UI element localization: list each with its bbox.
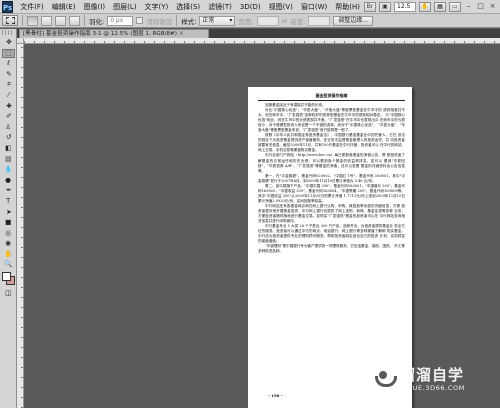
zoom-tool-icon[interactable]: 🔍 <box>2 260 15 269</box>
feather-label: 羽化: <box>89 17 105 26</box>
photoshop-logo: Ps <box>2 0 14 13</box>
antialias-label: 消除锯齿 <box>146 17 173 26</box>
photoshop-window: Ps 文件(F) 编辑(E) 图像(I) 图层(L) 文字(Y) 选择(S) 滤… <box>0 0 500 408</box>
menu-select[interactable]: 选择(S) <box>172 2 204 12</box>
bridge-button[interactable]: Br <box>364 1 376 12</box>
menu-bar-right: Br ▣ 12.5 ✋ ▦ ▭ – □ × <box>364 1 500 12</box>
close-window-button[interactable]: × <box>488 2 497 11</box>
page-paragraph: 中行基金专业 5 大类 26 个子类近 300 只产品，品种齐全，为投资者提供基… <box>258 224 405 244</box>
menu-filter[interactable]: 滤镜(T) <box>204 2 236 12</box>
separator <box>22 15 23 26</box>
menu-bar: Ps 文件(F) 编辑(E) 图像(I) 图层(L) 文字(Y) 选择(S) 滤… <box>0 0 500 14</box>
arrange-documents-icon[interactable]: ▦ <box>434 1 446 12</box>
page-paragraph: 按照《中华人民共和国证券投资基金法》，中国银行基金基金业中的托管人，它在 该法的… <box>258 133 405 153</box>
healing-brush-tool-icon[interactable]: ✚ <box>2 102 15 111</box>
canvas-area[interactable]: 基金投资操作指南 回报基金接近于有潜能并不能的长线。 对比"中国核心优选"、"华… <box>25 45 500 408</box>
menu-edit[interactable]: 编辑(E) <box>48 2 80 12</box>
watermark-text: 溜溜自学 ZIXUE.3D66.COM <box>400 367 465 393</box>
refine-edge-button[interactable]: 调整边缘... <box>333 15 373 26</box>
width-input[interactable] <box>256 15 279 26</box>
page-paragraph: "中银理财"是中国银行专为客户提供的一项理财服务，它包括基金、保险、国债、 外汇… <box>258 244 405 254</box>
page-header: 基金投资操作指南 <box>315 93 348 98</box>
pen-tool-icon[interactable]: ✒ <box>2 186 15 195</box>
hand-mode-icon[interactable]: ✋ <box>419 1 431 12</box>
style-label: 样式: <box>181 17 197 26</box>
watermark-title: 溜溜自学 <box>400 366 465 384</box>
blur-tool-icon[interactable]: 💧 <box>2 165 15 174</box>
close-tab-icon[interactable]: × <box>179 30 184 38</box>
feather-input[interactable]: 0 px <box>107 15 134 26</box>
toolbox-grip[interactable] <box>2 30 14 35</box>
menu-layer[interactable]: 图层(L) <box>109 2 140 12</box>
antialias-checkbox[interactable] <box>136 17 144 24</box>
dodge-tool-icon[interactable]: ● <box>2 176 15 185</box>
page-paragraph: 第二，如中银旗下产品："中银中国 200"，基金代码163801，"中银增长 2… <box>258 183 405 203</box>
menu-view[interactable]: 视图(V) <box>265 2 297 12</box>
horizontal-ruler[interactable] <box>24 38 500 44</box>
width-label: 宽度: <box>238 17 254 26</box>
swap-icon[interactable]: ⇄ <box>282 17 287 25</box>
vertical-ruler[interactable] <box>17 44 24 408</box>
height-input[interactable] <box>308 15 331 26</box>
menu-type[interactable]: 文字(Y) <box>141 2 173 12</box>
crop-tool-icon[interactable]: ⌗ <box>2 80 15 89</box>
color-swatches <box>1 271 16 287</box>
page-paragraph: 中行网站还有各基金网点和在网上银行认购、申购、赎回费率优惠的详细信息，方便 投资… <box>258 203 405 224</box>
maximize-button[interactable]: □ <box>476 2 485 11</box>
eraser-tool-icon[interactable]: ◧ <box>2 144 15 153</box>
marquee-tool-icon[interactable]: ⬚ <box>2 48 15 58</box>
new-selection-button[interactable] <box>27 15 38 26</box>
screen-mode-icon[interactable]: ▭ <box>449 1 461 12</box>
document-tab-bar: [黑骨柱] 基金投资操作指南 3-1 @ 12.5% (图层 1, RGB/8#… <box>17 29 500 38</box>
path-selection-tool-icon[interactable]: ➤ <box>2 208 15 217</box>
separator <box>84 15 85 26</box>
page-paragraph: 中行全部门户网站（http://www.boc.cn）每日更新各基金的净值公告，… <box>258 153 405 173</box>
rectangular-marquee-icon <box>5 17 15 24</box>
history-brush-tool-icon[interactable]: ↺ <box>2 133 15 142</box>
move-tool-icon[interactable]: ✥ <box>2 38 15 47</box>
height-label: 高度: <box>290 17 306 26</box>
quick-select-tool-icon[interactable]: ✎ <box>2 70 15 79</box>
toolbox: ✥ ⬚ ℓ ✎ ⌗ ⁄ ✚ ✐ ♙ ↺ ◧ ▤ 💧 ● ✒ T ➤ ■ ◎ ◉ … <box>0 29 17 408</box>
watermark-logo-icon <box>370 367 397 393</box>
page-number: - 198 - <box>268 393 283 398</box>
shape-tool-icon[interactable]: ■ <box>2 218 15 227</box>
minibridge-button[interactable]: ▣ <box>379 1 391 12</box>
header-divider <box>258 100 405 101</box>
style-select[interactable]: 正常 <box>199 15 236 26</box>
options-bar: 羽化: 0 px 消除锯齿 样式: 正常 宽度: ⇄ 高度: 调整边缘... <box>0 14 500 28</box>
quick-mask-icon[interactable]: ◫ <box>2 289 15 298</box>
add-to-selection-button[interactable] <box>41 15 52 26</box>
minimize-button[interactable]: – <box>464 2 473 11</box>
separator <box>176 15 178 26</box>
3d-rotate-tool-icon[interactable]: ◎ <box>2 229 15 238</box>
clone-stamp-tool-icon[interactable]: ♙ <box>2 123 15 132</box>
eyedropper-tool-icon[interactable]: ⁄ <box>2 91 15 100</box>
page-body: 回报基金接近于有潜能并不能的长线。 对比"中国核心优选"、"华夏大盘"、"华宝大… <box>258 103 405 254</box>
menu-file[interactable]: 文件(F) <box>16 2 48 12</box>
gradient-tool-icon[interactable]: ▤ <box>2 155 15 164</box>
foreground-color-swatch[interactable] <box>2 272 11 282</box>
menu-image[interactable]: 图像(I) <box>80 2 110 12</box>
intersect-selection-button[interactable] <box>69 15 80 26</box>
page-paragraph: 对比"中国核心优选"、"华夏大盘"、"华宝大盘"等股票型基金在牛市中的 绩效相差… <box>258 108 405 133</box>
zoom-field[interactable]: 12.5 <box>394 1 416 12</box>
hand-tool-icon[interactable]: ✋ <box>2 250 15 259</box>
tool-preset-picker[interactable] <box>2 15 18 26</box>
lasso-tool-icon[interactable]: ℓ <box>2 59 15 68</box>
menu-3d[interactable]: 3D(D) <box>236 3 265 11</box>
page-paragraph: 第一，在"中金稳健"，基金代码020002，"中国红 1号"，基金代码 1600… <box>258 173 405 183</box>
3d-orbit-tool-icon[interactable]: ◉ <box>2 239 15 248</box>
site-watermark: 溜溜自学 ZIXUE.3D66.COM <box>370 357 498 403</box>
menu-help[interactable]: 帮助(H) <box>331 2 364 12</box>
menu-window[interactable]: 窗口(W) <box>297 2 331 12</box>
subtract-from-selection-button[interactable] <box>55 15 66 26</box>
document-tab[interactable]: [黑骨柱] 基金投资操作指南 3-1 @ 12.5% (图层 1, RGB/8#… <box>19 29 209 38</box>
brush-tool-icon[interactable]: ✐ <box>2 112 15 121</box>
type-tool-icon[interactable]: T <box>2 197 15 206</box>
document-tab-title: [黑骨柱] 基金投资操作指南 3-1 @ 12.5% (图层 1, RGB/8#… <box>23 31 177 37</box>
watermark-url: ZIXUE.3D66.COM <box>400 384 465 392</box>
